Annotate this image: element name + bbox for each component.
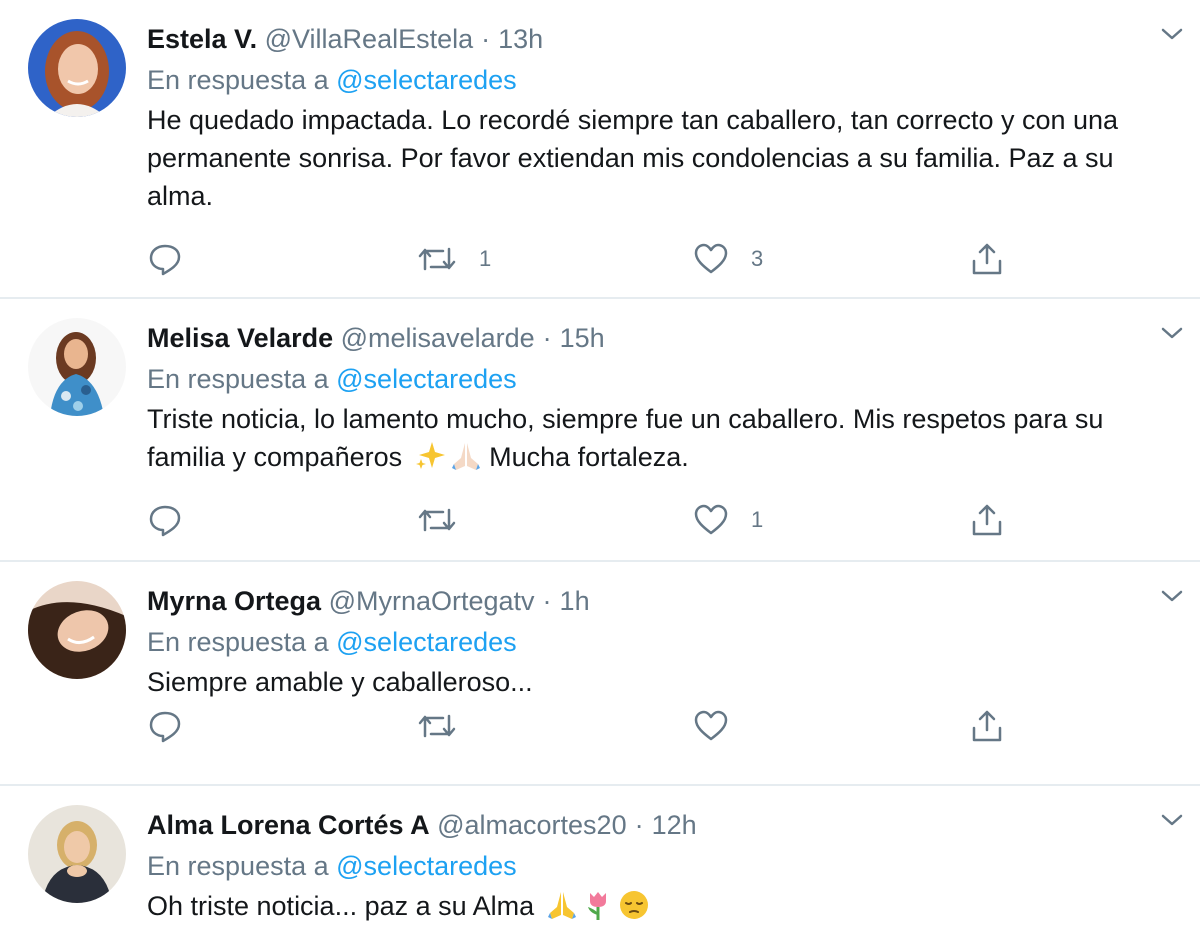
author-handle[interactable]: @almacortes20 [437, 810, 627, 840]
retweet-button[interactable]: 1 [417, 239, 491, 279]
like-icon [694, 243, 728, 274]
chevron-down-icon[interactable] [1158, 323, 1186, 343]
reply-icon [149, 505, 181, 537]
timestamp[interactable]: 15h [560, 323, 605, 353]
reply-icon [149, 711, 181, 743]
timestamp[interactable]: 1h [560, 586, 590, 616]
like-count: 3 [751, 246, 764, 271]
reply-mention[interactable]: @selectaredes [336, 65, 517, 95]
tweet[interactable]: Estela V. @VillaRealEstela · 13h En respue… [0, 0, 1200, 299]
tweet-text-body: Oh triste noticia... paz a su Alma [147, 891, 535, 921]
tweet[interactable]: Melisa Velarde @melisavelarde · 15h En res… [0, 299, 1200, 562]
author-name[interactable]: Alma Lorena Cortés A [147, 810, 430, 840]
tweet[interactable]: Alma Lorena Cortés A @almacortes20 · 12h E… [0, 786, 1200, 945]
reply-prefix: En respuesta a [147, 65, 329, 95]
author-handle[interactable]: @melisavelarde [341, 323, 535, 353]
reply-context: En respuesta a @selectaredes [147, 845, 1180, 887]
action-bar: 1 3 [147, 239, 1027, 279]
tweet-header: Myrna Ortega @MyrnaOrtegatv · 1h [147, 581, 1180, 621]
avatar[interactable] [28, 805, 126, 903]
retweet-icon [418, 247, 456, 271]
tweet-text-suffix: Mucha fortaleza. [489, 442, 689, 472]
reply-context: En respuesta a @selectaredes [147, 358, 1180, 400]
reply-mention[interactable]: @selectaredes [336, 627, 517, 657]
reply-prefix: En respuesta a [147, 851, 329, 881]
avatar[interactable] [28, 19, 126, 117]
like-button[interactable]: 1 [693, 500, 763, 540]
pensive-face-emoji [618, 889, 650, 921]
share-icon [972, 504, 1002, 536]
reply-context: En respuesta a @selectaredes [147, 59, 1180, 101]
reply-button[interactable] [147, 239, 183, 279]
retweet-button[interactable] [417, 500, 479, 540]
reply-mention[interactable]: @selectaredes [336, 364, 517, 394]
share-button[interactable] [969, 500, 1005, 540]
avatar[interactable] [28, 581, 126, 679]
author-name[interactable]: Estela V. [147, 24, 257, 54]
tweet-text: Triste noticia, lo lamento mucho, siempr… [147, 400, 1177, 476]
separator: · [481, 24, 491, 54]
tweet-text: He quedado impactada. Lo recordé siempre… [147, 105, 1119, 211]
like-count: 1 [751, 507, 764, 532]
separator: · [542, 323, 552, 353]
reply-context: En respuesta a @selectaredes [147, 621, 1180, 663]
reply-button[interactable] [147, 706, 183, 746]
like-icon [694, 504, 728, 535]
retweet-count: 1 [479, 246, 492, 271]
praying-hands-emoji [546, 889, 578, 921]
action-bar: 1 [147, 500, 1027, 540]
tulip-emoji [582, 889, 614, 921]
tweet-header: Alma Lorena Cortés A @almacortes20 · 12h [147, 805, 1180, 845]
reply-prefix: En respuesta a [147, 627, 329, 657]
reply-icon [149, 244, 181, 276]
timestamp[interactable]: 12h [652, 810, 697, 840]
tweet-text: Oh triste noticia... paz a su Alma [147, 887, 1177, 925]
author-handle[interactable]: @VillaRealEstela [265, 24, 474, 54]
reply-feed: Estela V. @VillaRealEstela · 13h En respue… [0, 0, 1200, 945]
reply-button[interactable] [147, 500, 183, 540]
tweet-header: Estela V. @VillaRealEstela · 13h [147, 19, 1180, 59]
chevron-down-icon[interactable] [1158, 810, 1186, 830]
chevron-down-icon[interactable] [1158, 586, 1186, 606]
like-button[interactable] [693, 706, 751, 746]
like-button[interactable]: 3 [693, 239, 763, 279]
share-button[interactable] [969, 239, 1005, 279]
share-icon [972, 710, 1002, 742]
timestamp[interactable]: 13h [498, 24, 543, 54]
tweet-header: Melisa Velarde @melisavelarde · 15h [147, 318, 1180, 358]
author-name[interactable]: Melisa Velarde [147, 323, 333, 353]
reply-mention[interactable]: @selectaredes [336, 851, 517, 881]
separator: · [634, 810, 644, 840]
action-bar [147, 706, 1027, 746]
praying-hands-emoji [450, 440, 482, 472]
tweet[interactable]: Myrna Ortega @MyrnaOrtegatv · 1h En respue… [0, 562, 1200, 786]
like-icon [694, 710, 728, 741]
author-name[interactable]: Myrna Ortega [147, 586, 321, 616]
share-icon [972, 243, 1002, 275]
sparkles-emoji [414, 440, 446, 472]
retweet-button[interactable] [417, 706, 479, 746]
retweet-icon [418, 508, 456, 532]
retweet-icon [418, 714, 456, 738]
share-button[interactable] [969, 706, 1005, 746]
chevron-down-icon[interactable] [1158, 24, 1186, 44]
author-handle[interactable]: @MyrnaOrtegatv [329, 586, 535, 616]
tweet-text: Siempre amable y caballeroso... [147, 667, 533, 697]
avatar[interactable] [28, 318, 126, 416]
separator: · [542, 586, 552, 616]
reply-prefix: En respuesta a [147, 364, 329, 394]
